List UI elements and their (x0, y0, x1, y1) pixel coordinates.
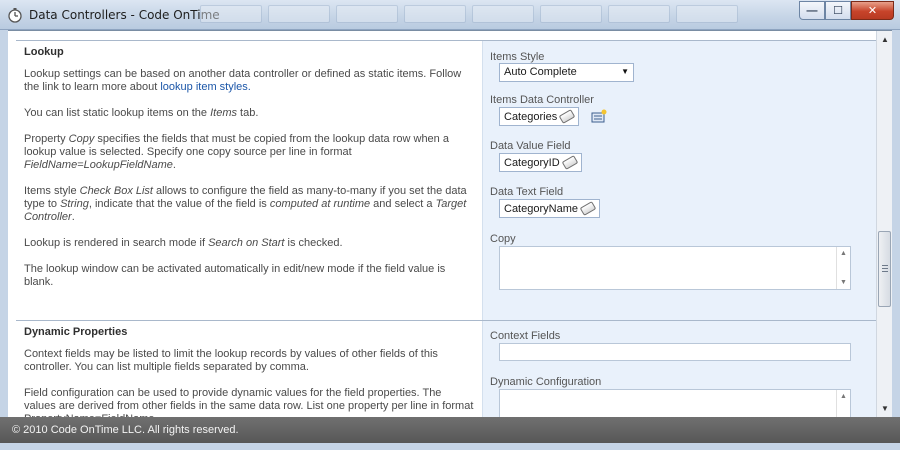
lookup-paragraph-1: Lookup settings can be based on another … (24, 68, 462, 93)
dynamic-fields-panel: Context Fields Dynamic Configuration ▲ (482, 321, 876, 417)
lookup-paragraph-2: You can list static lookup items on the … (24, 107, 259, 119)
eraser-icon[interactable] (558, 109, 576, 124)
dropdown-arrow-icon: ▼ (621, 67, 629, 76)
lookup-paragraph-6: The lookup window can be activated autom… (24, 263, 446, 288)
lookup-description: Lookup Lookup settings can be based on a… (16, 41, 482, 320)
data-text-field-label: Data Text Field (490, 186, 564, 198)
data-value-field-label: Data Value Field (490, 140, 571, 152)
scroll-down-icon[interactable]: ▼ (881, 404, 889, 413)
scroll-up-icon[interactable]: ▲ (881, 35, 889, 44)
window-title: Data Controllers - Code OnTime (29, 8, 220, 22)
copy-textarea[interactable]: ▲ ▼ (499, 246, 851, 290)
dynamic-section-title: Dynamic Properties (24, 326, 128, 338)
dynamic-config-scrollbar[interactable]: ▲ (836, 390, 850, 417)
lookup-paragraph-4: Items style Check Box List allows to con… (24, 185, 467, 223)
data-text-field[interactable]: CategoryName (499, 199, 600, 218)
copy-label: Copy (490, 233, 516, 245)
dynamic-paragraph-1: Context fields may be listed to limit th… (24, 348, 438, 373)
lookup-paragraph-5: Lookup is rendered in search mode if Sea… (24, 237, 343, 249)
minimize-button[interactable]: — (799, 1, 825, 20)
eraser-icon[interactable] (579, 201, 597, 216)
eraser-icon[interactable] (561, 155, 578, 170)
lookup-item-styles-link[interactable]: lookup item styles. (160, 81, 250, 93)
items-style-select[interactable]: Auto Complete ▼ (499, 63, 634, 82)
items-style-label: Items Style (490, 51, 545, 63)
maximize-button[interactable]: ☐ (825, 1, 851, 20)
lookup-fields-panel: Items Style Auto Complete ▼ Items Data C… (482, 41, 876, 320)
items-data-controller-field[interactable]: Categories (499, 107, 580, 126)
copyright-text: © 2010 Code OnTime LLC. All rights reser… (12, 424, 239, 436)
title-bar: Data Controllers - Code OnTime — ☐ ✕ (0, 0, 900, 30)
data-value-field[interactable]: CategoryID (499, 153, 582, 172)
lookup-paragraph-3: Property Copy specifies the fields that … (24, 133, 449, 171)
stopwatch-icon (8, 8, 22, 23)
scroll-down-icon[interactable]: ▼ (840, 279, 847, 286)
window-frame-left (0, 30, 8, 417)
copy-scrollbar[interactable]: ▲ ▼ (836, 247, 850, 289)
content-area: Lookup Lookup settings can be based on a… (8, 31, 876, 417)
context-fields-input[interactable] (499, 343, 851, 361)
background-ribbon (200, 5, 780, 25)
dynamic-configuration-textarea[interactable]: ▲ (499, 389, 851, 417)
dynamic-properties-section: Dynamic Properties Context fields may be… (16, 320, 876, 417)
close-button[interactable]: ✕ (851, 1, 894, 20)
dynamic-configuration-label: Dynamic Configuration (490, 376, 602, 388)
lookup-section: Lookup Lookup settings can be based on a… (16, 40, 876, 320)
window-frame-right (892, 30, 900, 417)
footer: © 2010 Code OnTime LLC. All rights reser… (0, 417, 900, 443)
scrollbar-thumb[interactable] (878, 231, 891, 307)
scroll-up-icon[interactable]: ▲ (840, 250, 847, 257)
dynamic-paragraph-2: Field configuration can be used to provi… (24, 387, 474, 417)
items-data-controller-label: Items Data Controller (490, 94, 594, 106)
context-fields-label: Context Fields (490, 330, 561, 342)
window-frame-bottom (0, 443, 900, 450)
new-item-icon[interactable] (591, 109, 607, 123)
lookup-section-title: Lookup (24, 46, 64, 58)
window-controls: — ☐ ✕ (799, 1, 894, 20)
page-scrollbar[interactable]: ▲ ▼ (876, 31, 892, 417)
scroll-up-icon[interactable]: ▲ (840, 393, 847, 400)
dynamic-description: Dynamic Properties Context fields may be… (16, 321, 482, 417)
